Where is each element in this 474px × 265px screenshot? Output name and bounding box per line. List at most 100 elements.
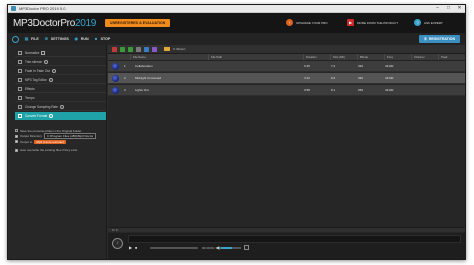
trim-silence-checkbox[interactable] bbox=[18, 59, 22, 64]
support-icon: ? bbox=[414, 19, 421, 26]
upgrade-icon: ↑ bbox=[286, 19, 293, 26]
add-folder-icon[interactable] bbox=[128, 46, 133, 52]
grid-header: File Name File Path Duration Size (Mb) B… bbox=[108, 54, 465, 61]
close-button[interactable]: ✕ bbox=[454, 5, 465, 12]
output-format-option: Output to Mp3 (Lame encoder) bbox=[15, 139, 106, 145]
table-row[interactable]: 3 Lights Out 3:58 8.1 256 44100 bbox=[108, 85, 465, 96]
remove-icon[interactable] bbox=[112, 46, 117, 52]
col-duration[interactable]: Duration bbox=[303, 54, 330, 60]
col-peak[interactable]: Peak bbox=[438, 54, 467, 60]
clear-icon[interactable] bbox=[136, 46, 141, 52]
main-toolbar: ⌂ ▤ FILE ⚙ SETTINGS ◉ RUN ■ STOP ⚿ REGIS… bbox=[8, 33, 465, 45]
sidebar-item-normalize[interactable]: Normalize bbox=[15, 49, 106, 57]
size: 7.2 bbox=[331, 64, 336, 68]
play-button[interactable]: ▶ bbox=[129, 246, 132, 250]
ask-expert-link[interactable]: ? ASK EXPERT bbox=[414, 19, 443, 26]
col-freq[interactable]: Freq bbox=[384, 54, 411, 60]
audio-file-icon bbox=[112, 87, 119, 94]
table-row[interactable]: 2 Midnight Crossroad 4:12 9.6 320 44100 bbox=[108, 73, 465, 84]
stop-button-player[interactable]: ■ bbox=[135, 246, 137, 251]
output-to-label: Output to bbox=[20, 139, 33, 144]
file-menu[interactable]: ▤ FILE bbox=[24, 37, 39, 42]
normalize-checkbox[interactable] bbox=[18, 50, 22, 55]
save-original-radio[interactable] bbox=[15, 129, 18, 133]
output-directory-option[interactable]: Output Directory C:\Program Files (x86)\… bbox=[15, 133, 106, 140]
output-to-checkbox[interactable] bbox=[15, 140, 18, 144]
waveform-display[interactable] bbox=[128, 235, 461, 243]
clock-icon[interactable] bbox=[44, 59, 49, 64]
sidebar-item-convert-format[interactable]: Convert Format bbox=[15, 112, 106, 120]
sort-icon[interactable] bbox=[152, 46, 157, 52]
table-row[interactable]: 1 Collaboration 3:45 7.2 320 44100 bbox=[108, 61, 465, 72]
tempo-checkbox[interactable] bbox=[18, 95, 22, 100]
freq: 44100 bbox=[385, 88, 394, 92]
settings-menu-label: SETTINGS bbox=[50, 37, 69, 41]
file-icon: ▤ bbox=[24, 36, 29, 41]
clock-icon[interactable] bbox=[51, 68, 56, 73]
duration: 3:45 bbox=[304, 64, 310, 68]
video-icon: ▶ bbox=[347, 19, 354, 26]
window-controls: – □ ✕ bbox=[432, 5, 465, 12]
sidebar-item-tag-editor[interactable]: MP3 Tag Editor bbox=[15, 76, 106, 84]
convert-format-checkbox[interactable] bbox=[18, 113, 22, 118]
sidebar-item-tempo[interactable]: Tempo bbox=[15, 94, 106, 102]
tag-editor-checkbox[interactable] bbox=[18, 77, 22, 82]
settings-menu[interactable]: ⚙ SETTINGS bbox=[44, 37, 69, 42]
row-number: 2 bbox=[124, 76, 126, 80]
run-button-label: RUN bbox=[80, 37, 89, 41]
evaluation-banner[interactable]: UNREGISTERED & EVALUATION bbox=[105, 19, 171, 27]
seek-bar[interactable] bbox=[150, 247, 198, 249]
col-select[interactable] bbox=[108, 54, 130, 60]
home-icon[interactable]: ⌂ bbox=[12, 35, 19, 43]
fade-checkbox[interactable] bbox=[18, 68, 22, 73]
save-original-label: Save the processed files in the Original… bbox=[20, 128, 82, 133]
loop-icon[interactable] bbox=[244, 245, 249, 250]
info-icon[interactable] bbox=[48, 77, 53, 82]
sidebar-item-sampling-rate[interactable]: Change Sampling Rate bbox=[15, 103, 106, 111]
col-channel[interactable]: Channel bbox=[411, 54, 438, 60]
gear-icon: ⚙ bbox=[44, 36, 49, 41]
add-file-icon[interactable] bbox=[120, 46, 125, 52]
size: 9.6 bbox=[331, 76, 336, 80]
bitrate: 256 bbox=[358, 88, 364, 92]
grid-toolbar: C:\Music\ bbox=[108, 45, 465, 54]
col-file-path[interactable]: File Path bbox=[208, 54, 303, 60]
folder-icon[interactable] bbox=[164, 47, 170, 51]
overwrite-checkbox[interactable] bbox=[15, 148, 18, 152]
sidebar-item-fade[interactable]: Fade In Fade Out bbox=[15, 67, 106, 75]
settings-icon[interactable] bbox=[41, 50, 46, 55]
volume-icon[interactable]: ◀) bbox=[216, 245, 220, 250]
output-directory-radio[interactable] bbox=[15, 134, 18, 138]
col-bitrate[interactable]: Bitrate bbox=[357, 54, 384, 60]
file-name: Midnight Crossroad bbox=[135, 76, 162, 80]
volume-slider[interactable] bbox=[221, 247, 241, 249]
overwrite-option[interactable]: Auto overwrite the existing files if the… bbox=[15, 148, 106, 154]
effects-checkbox[interactable] bbox=[18, 86, 22, 91]
file-count: 0 / 0 bbox=[112, 228, 118, 232]
sidebar-item-trim-silence[interactable]: Trim silence bbox=[15, 58, 106, 66]
minimize-button[interactable]: – bbox=[432, 5, 443, 12]
more-products-link[interactable]: ▶ MORE FROM THE PRODUCT bbox=[347, 19, 398, 26]
col-file-name[interactable]: File Name bbox=[130, 54, 208, 60]
output-path-field[interactable]: C:\Program Files (x86)\Mp3 Doctor bbox=[43, 133, 97, 140]
sampling-rate-checkbox[interactable] bbox=[18, 104, 22, 109]
brand-logo: MP3DoctorPro2019 bbox=[13, 18, 96, 29]
file-list-panel: C:\Music\ File Name File Path Duration S… bbox=[108, 45, 465, 259]
folder-path: C:\Music\ bbox=[173, 47, 186, 51]
upgrade-link[interactable]: ↑ UPGRADE YOUR PRO bbox=[286, 19, 328, 26]
output-directory-label: Output Directory bbox=[20, 134, 42, 139]
registration-button[interactable]: ⚿ REGISTRATION bbox=[419, 35, 460, 43]
maximize-button[interactable]: □ bbox=[443, 5, 454, 12]
run-button[interactable]: ◉ RUN bbox=[74, 37, 89, 42]
stop-icon: ■ bbox=[94, 36, 98, 41]
col-size[interactable]: Size (Mb) bbox=[330, 54, 357, 60]
audio-player: ♪ ▶ ■ 00:00:00 / 00:00:00 ◀) bbox=[108, 233, 465, 259]
info-icon[interactable] bbox=[49, 113, 54, 118]
output-format-select[interactable]: Mp3 (Lame encoder) bbox=[34, 139, 67, 144]
stop-button[interactable]: ■ STOP bbox=[94, 36, 110, 42]
select-all-icon[interactable] bbox=[144, 46, 149, 52]
duration: 4:12 bbox=[304, 76, 310, 80]
sidebar-item-effects[interactable]: Effects bbox=[15, 85, 106, 93]
info-icon[interactable] bbox=[59, 104, 64, 109]
grid-status-bar: 0 / 0 bbox=[108, 227, 465, 232]
